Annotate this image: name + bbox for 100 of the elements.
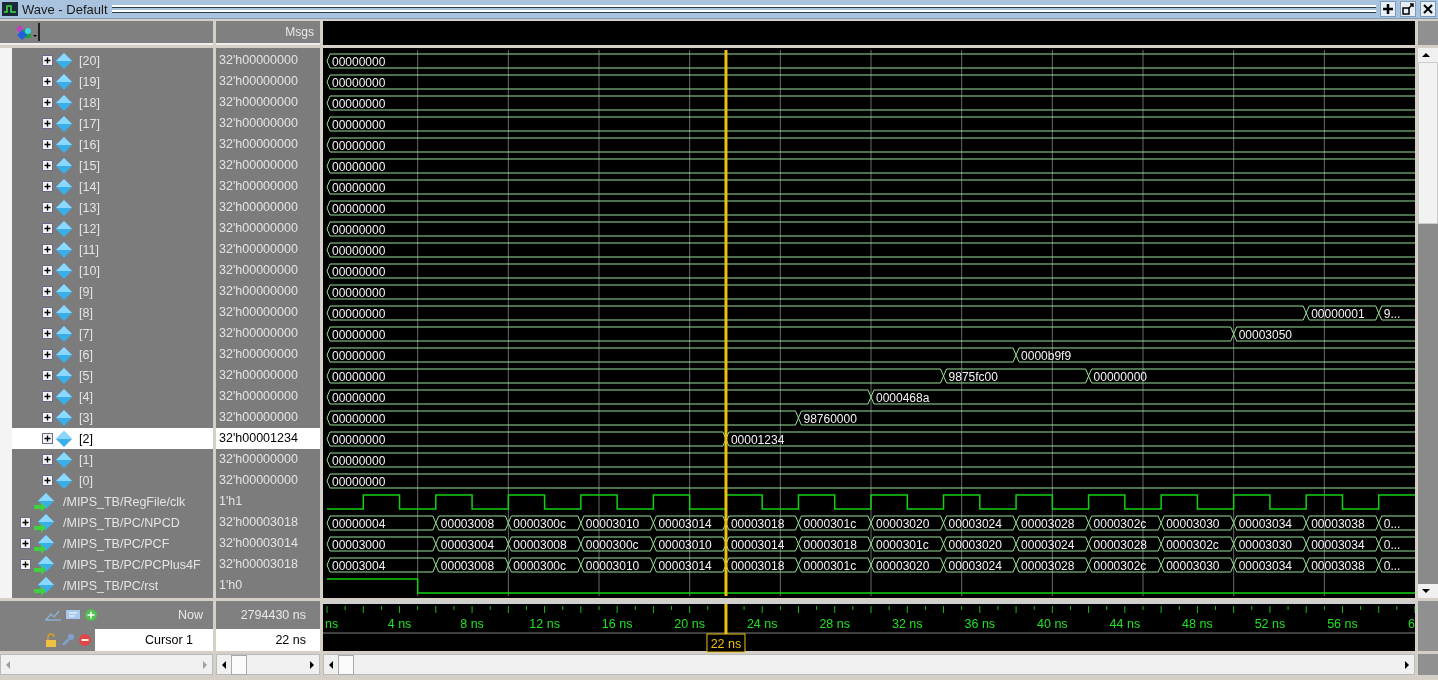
expand-icon[interactable] [20, 538, 31, 549]
wave-menu-button[interactable] [14, 23, 40, 41]
expand-icon[interactable] [42, 307, 53, 318]
expand-icon[interactable] [42, 433, 53, 444]
add-cursor-icon[interactable] [84, 608, 98, 622]
signal-row[interactable]: [16] [12, 134, 213, 155]
expand-icon[interactable] [42, 475, 53, 486]
title-grip[interactable] [111, 5, 1376, 13]
scroll-thumb[interactable] [338, 654, 354, 675]
signal-value[interactable]: 32'h00000000 [216, 323, 320, 344]
cursor-time-field[interactable]: 22 ns [216, 629, 320, 651]
expand-icon[interactable] [42, 370, 53, 381]
time-tick-label: 28 ns [819, 617, 851, 631]
signal-row[interactable]: /MIPS_TB/PC/NPCD [12, 512, 213, 533]
cursor-line[interactable] [724, 50, 728, 596]
expand-icon[interactable] [42, 412, 53, 423]
signal-row[interactable]: [19] [12, 71, 213, 92]
signal-value[interactable]: 32'h00000000 [216, 197, 320, 218]
signal-value[interactable]: 32'h00003014 [216, 533, 320, 554]
expand-icon[interactable] [42, 391, 53, 402]
signal-value[interactable]: 32'h00003018 [216, 512, 320, 533]
expand-icon[interactable] [42, 349, 53, 360]
signal-row[interactable]: [17] [12, 113, 213, 134]
expand-icon[interactable] [42, 223, 53, 234]
signal-value[interactable]: 32'h00000000 [216, 344, 320, 365]
signal-row[interactable]: [10] [12, 260, 213, 281]
signal-value[interactable]: 32'h00000000 [216, 218, 320, 239]
signal-value[interactable]: 32'h00000000 [216, 260, 320, 281]
signal-row[interactable]: [13] [12, 197, 213, 218]
signal-row[interactable]: [5] [12, 365, 213, 386]
signal-row[interactable]: [4] [12, 386, 213, 407]
signal-row[interactable]: /MIPS_TB/PC/rst [12, 575, 213, 596]
scroll-thumb[interactable] [1418, 62, 1438, 224]
signal-value[interactable]: 32'h00000000 [216, 92, 320, 113]
signal-value[interactable]: 32'h00000000 [216, 71, 320, 92]
close-button[interactable] [1420, 1, 1436, 17]
expand-icon[interactable] [20, 559, 31, 570]
signal-row[interactable]: [3] [12, 407, 213, 428]
expand-icon[interactable] [42, 328, 53, 339]
expand-icon[interactable] [42, 160, 53, 171]
signal-row[interactable]: [8] [12, 302, 213, 323]
expand-icon[interactable] [20, 517, 31, 528]
scroll-down-icon[interactable] [1418, 584, 1438, 598]
signal-value[interactable]: 1'h1 [216, 491, 320, 512]
undock-button[interactable] [1400, 1, 1416, 17]
signal-row[interactable]: /MIPS_TB/PC/PCPlus4F [12, 554, 213, 575]
signal-value[interactable]: 32'h00000000 [216, 50, 320, 71]
signal-value[interactable]: 32'h00000000 [216, 449, 320, 470]
expand-icon[interactable] [42, 454, 53, 465]
signal-value[interactable]: 32'h00000000 [216, 176, 320, 197]
expand-icon[interactable] [42, 118, 53, 129]
horizontal-scrollbar[interactable] [216, 654, 320, 675]
signal-value[interactable]: 32'h00000000 [216, 113, 320, 134]
signal-row[interactable]: [0] [12, 470, 213, 491]
signal-row[interactable]: [18] [12, 92, 213, 113]
vertical-scrollbar[interactable] [1418, 48, 1438, 598]
horizontal-scrollbar[interactable] [323, 654, 1415, 675]
now-time: 2794430 ns [239, 607, 307, 624]
signal-row[interactable]: /MIPS_TB/PC/PCF [12, 533, 213, 554]
signal-row[interactable]: [11] [12, 239, 213, 260]
bus-value: 00001234 [730, 432, 785, 447]
signal-row[interactable]: [1] [12, 449, 213, 470]
signal-value[interactable]: 32'h00000000 [216, 155, 320, 176]
signal-value[interactable]: 32'h00003018 [216, 554, 320, 575]
remove-cursor-icon[interactable] [78, 633, 92, 647]
time-tick-label: ns [325, 617, 339, 631]
monitor-icon[interactable] [65, 608, 81, 622]
expand-icon[interactable] [42, 181, 53, 192]
signal-row[interactable]: /MIPS_TB/RegFile/clk [12, 491, 213, 512]
signal-value[interactable]: 32'h00000000 [216, 134, 320, 155]
signal-row[interactable]: [20] [12, 50, 213, 71]
expand-icon[interactable] [42, 139, 53, 150]
signal-value[interactable]: 32'h00000000 [216, 281, 320, 302]
signal-value[interactable]: 1'h0 [216, 575, 320, 596]
signal-value[interactable]: 32'h00000000 [216, 407, 320, 428]
expand-icon[interactable] [42, 55, 53, 66]
expand-icon[interactable] [42, 244, 53, 255]
expand-icon[interactable] [42, 202, 53, 213]
signal-value[interactable]: 32'h00001234 [216, 428, 320, 449]
signal-row[interactable]: [6] [12, 344, 213, 365]
signal-value[interactable]: 32'h00000000 [216, 470, 320, 491]
signal-value[interactable]: 32'h00000000 [216, 386, 320, 407]
signal-row[interactable]: [12] [12, 218, 213, 239]
signal-row[interactable]: [14] [12, 176, 213, 197]
expand-icon[interactable] [42, 286, 53, 297]
expand-icon[interactable] [42, 97, 53, 108]
signal-value[interactable]: 32'h00000000 [216, 302, 320, 323]
dock-button[interactable] [1380, 1, 1396, 17]
signal-row[interactable]: [9] [12, 281, 213, 302]
signal-row[interactable]: [15] [12, 155, 213, 176]
signal-value[interactable]: 32'h00000000 [216, 239, 320, 260]
scroll-up-icon[interactable] [1418, 48, 1438, 62]
signal-value[interactable]: 32'h00000000 [216, 365, 320, 386]
expand-icon[interactable] [42, 265, 53, 276]
cursor-name-field[interactable]: Cursor 1 [95, 629, 213, 651]
signal-name: [7] [79, 326, 93, 341]
signal-row[interactable]: [7] [12, 323, 213, 344]
scroll-thumb[interactable] [231, 654, 247, 675]
cursor-time-label[interactable]: 22 ns [706, 633, 746, 653]
expand-icon[interactable] [42, 76, 53, 87]
